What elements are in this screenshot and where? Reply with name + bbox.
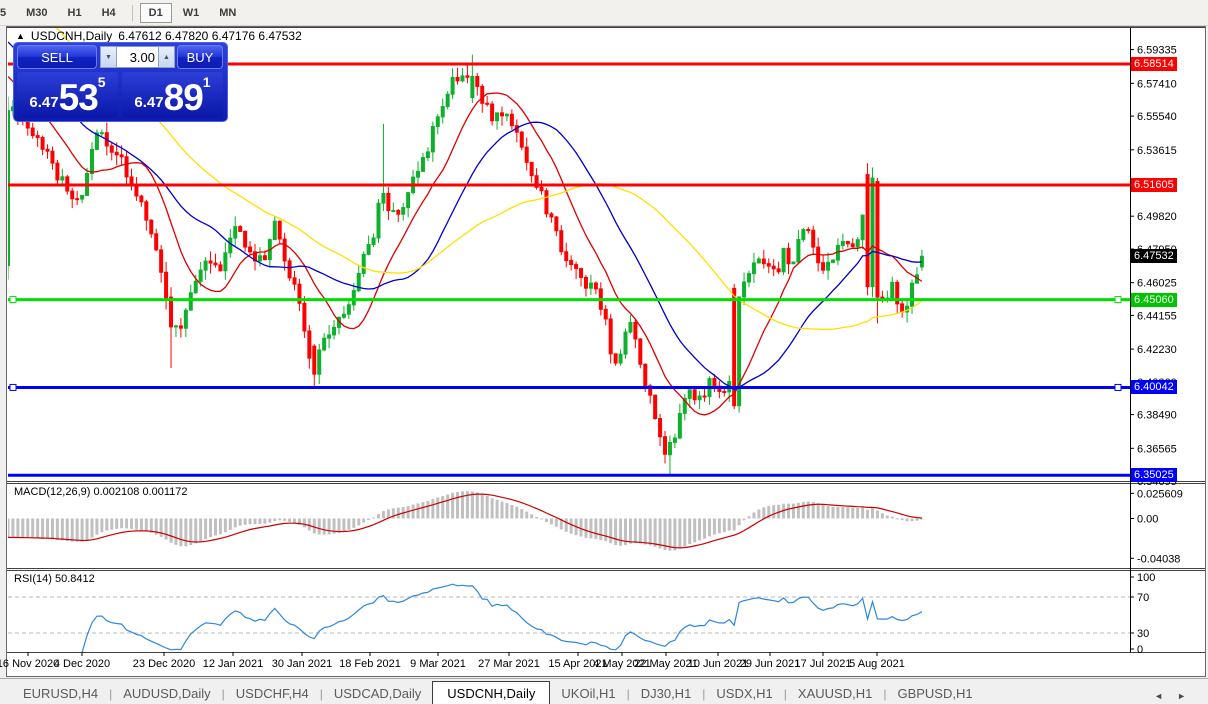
sell-price-display[interactable]: 6.47 53 5 [17,72,118,118]
date-axis-label: 5 Aug 2021 [849,658,905,670]
timeframe-button-h1[interactable]: H1 [59,3,91,23]
macd-name: MACD(12,26,9) [14,486,90,498]
tab-scroll-left-icon[interactable]: ◄ [1154,691,1163,701]
chart-tab-dj30[interactable]: DJ30,H1 [630,683,703,704]
chart-ohlc-values: 6.47612 6.47820 6.47176 6.47532 [118,29,302,43]
chart-tab-usdcad[interactable]: USDCAD,Daily [323,683,432,704]
volume-input[interactable] [117,46,158,68]
volume-decrease-button[interactable]: ▼ [100,46,117,68]
sell-price-small: 6.47 [29,94,58,111]
chart-tab-bar: EURUSD,H4|AUDUSD,Daily|USDCHF,H4|USDCAD,… [0,678,1208,704]
level-price-badge: 6.45060 [1131,293,1177,307]
date-axis-label: 16 Nov 2020 [0,658,59,670]
timeframe-button-m30[interactable]: M30 [17,3,56,23]
chart-tab-xauusd[interactable]: XAUUSD,H1 [787,683,883,704]
one-click-trading-panel: SELL ▼ ▲ BUY 6.47 53 5 6.47 89 1 [13,42,228,122]
date-axis-label: 29 Jun 2021 [740,658,801,670]
tab-scroll-right-icon[interactable]: ► [1177,691,1186,701]
volume-stepper: ▼ ▲ [100,46,175,68]
chart-window [6,26,1206,677]
date-axis-label: 17 Jul 2021 [795,658,852,670]
mt4-application: 5M30H1H4D1W1MN 6.593356.574106.555406.53… [0,0,1208,704]
chart-tab-usdchf[interactable]: USDCHF,H4 [225,683,320,704]
date-axis-label: 27 Mar 2021 [478,658,540,670]
chart-tab-audusd[interactable]: AUDUSD,Daily [112,683,221,704]
buy-price-sup: 1 [203,74,211,90]
current-price-badge: 6.47532 [1131,249,1177,263]
chart-symbol-label: USDCNH,Daily [31,29,112,43]
macd-indicator-label: MACD(12,26,9) 0.002108 0.001172 [14,486,188,498]
rsi-indicator-label: RSI(14) 50.8412 [14,573,95,585]
macd-value-signal: 0.001172 [142,486,187,498]
buy-price-small: 6.47 [134,94,163,111]
level-price-badge: 6.35025 [1131,468,1177,482]
chart-tab-eurusd[interactable]: EURUSD,H4 [12,683,109,704]
sell-price-sup: 5 [98,74,106,90]
timeframe-toolbar: 5M30H1H4 D1W1MN [0,0,1208,26]
date-axis-label: 30 Jan 2021 [272,658,333,670]
toolbar-separator [132,5,133,21]
rsi-value: 50.8412 [55,573,95,585]
date-axis-label: 18 Feb 2021 [339,658,401,670]
trade-panel-top-row: SELL ▼ ▲ BUY [14,43,227,71]
buy-price-big: 89 [164,81,203,115]
sell-price-big: 53 [59,81,98,115]
level-price-badge: 6.58514 [1131,57,1177,71]
chart-tab-usdx[interactable]: USDX,H1 [705,683,783,704]
date-axis-label: 9 Mar 2021 [410,658,466,670]
chart-title: ▲ USDCNH,Daily 6.47612 6.47820 6.47176 6… [16,29,302,43]
rsi-name: RSI(14) [14,573,52,585]
timeframe-button-h4[interactable]: H4 [93,3,125,23]
sell-button[interactable]: SELL [17,45,97,69]
timeframe-button-d1[interactable]: D1 [140,3,172,23]
chart-tab-ukoil[interactable]: UKOil,H1 [550,683,626,704]
volume-increase-button[interactable]: ▲ [158,46,175,68]
date-axis-label: 12 Jan 2021 [203,658,264,670]
macd-value-main: 0.002108 [93,486,139,498]
timeframe-button-5[interactable]: 5 [0,3,15,23]
level-price-badge: 6.40042 [1131,380,1177,394]
chart-tab-gbpusd[interactable]: GBPUSD,H1 [886,683,983,704]
timeframe-button-w1[interactable]: W1 [174,3,209,23]
date-axis-label: 4 Dec 2020 [54,658,110,670]
chart-tab-usdcnh[interactable]: USDCNH,Daily [432,681,550,704]
chart-symbol-icon: ▲ [16,32,25,41]
buy-price-display[interactable]: 6.47 89 1 [122,72,223,118]
buy-button[interactable]: BUY [177,45,223,69]
date-axis-label: 23 Dec 2020 [133,658,195,670]
timeframe-button-mn[interactable]: MN [210,3,245,23]
level-price-badge: 6.51605 [1131,178,1177,192]
tab-scroll-controls: ◄► [1154,691,1208,704]
